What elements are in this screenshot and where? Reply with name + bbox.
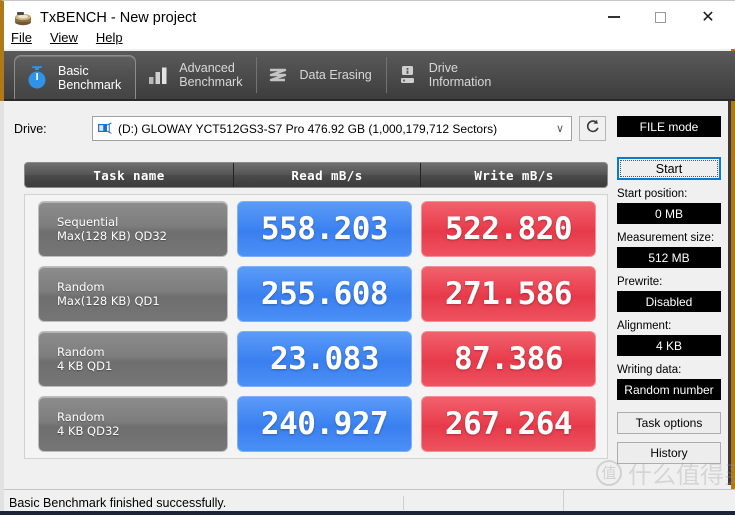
- tab-basic-benchmark[interactable]: Basic Benchmark: [14, 55, 136, 99]
- menu-item-view[interactable]: View: [50, 29, 87, 46]
- prewrite-label: Prewrite:: [617, 276, 731, 288]
- window-title: TxBENCH - New project: [40, 10, 196, 26]
- tab-advanced-benchmark[interactable]: Advanced Benchmark: [136, 51, 256, 99]
- start-position-value[interactable]: 0 MB: [617, 203, 721, 224]
- tab-drive-information[interactable]: Drive Information: [386, 51, 506, 99]
- task-name-line2: Max(128 KB) QD1: [57, 294, 227, 308]
- task-name-line2: 4 KB QD1: [57, 359, 227, 373]
- read-value: 240.927: [237, 396, 412, 452]
- stopwatch-icon: [25, 65, 49, 91]
- chevron-down-icon: ∨: [549, 122, 571, 135]
- column-header-write: Write mB/s: [420, 163, 607, 187]
- alignment-label: Alignment:: [617, 320, 731, 332]
- drive-info-icon: [396, 62, 420, 88]
- results-header-row: Task name Read mB/s Write mB/s: [24, 162, 608, 188]
- start-button-label: Start: [656, 162, 682, 176]
- refresh-icon: [584, 118, 601, 140]
- start-position-label: Start position:: [617, 188, 731, 200]
- status-message: Basic Benchmark finished successfully.: [4, 496, 404, 510]
- start-button[interactable]: Start: [617, 157, 721, 180]
- close-icon: ✕: [701, 9, 714, 25]
- disk-icon: [97, 122, 113, 136]
- menu-item-file[interactable]: File: [11, 29, 41, 46]
- menu-bar: File View Help: [4, 26, 735, 49]
- writing-data-value[interactable]: Random number: [617, 379, 721, 400]
- benchmark-results-panel: Task name Read mB/s Write mB/s Sequentia…: [24, 162, 608, 480]
- measurement-size-label: Measurement size:: [617, 232, 731, 244]
- file-mode-indicator[interactable]: FILE mode: [617, 116, 721, 137]
- side-panel: FILE mode Start Start position: 0 MB Mea…: [617, 116, 731, 464]
- alignment-value[interactable]: 4 KB: [617, 335, 721, 356]
- task-name-line1: Random: [57, 410, 227, 424]
- table-row: Sequential Max(128 KB) QD32 558.203 522.…: [30, 199, 602, 259]
- menu-view-label: View: [50, 30, 78, 45]
- history-button[interactable]: History: [617, 442, 721, 464]
- write-value: 522.820: [421, 201, 596, 257]
- menu-file-label: File: [11, 30, 32, 45]
- eraser-waves-icon: [266, 62, 290, 88]
- task-options-wrapper: Task options: [617, 412, 731, 434]
- task-button-random-max-qd1[interactable]: Random Max(128 KB) QD1: [38, 266, 228, 322]
- drive-select[interactable]: (D:) GLOWAY YCT512GS3-S7 Pro 476.92 GB (…: [92, 116, 572, 141]
- refresh-drives-button[interactable]: [579, 116, 606, 141]
- window-bottom-strip: [0, 511, 735, 515]
- table-row: Random 4 KB QD32 240.927 267.264: [30, 394, 602, 454]
- window-left-edge-lower: [0, 101, 4, 515]
- task-name-line2: Max(128 KB) QD32: [57, 229, 227, 243]
- table-row: Random Max(128 KB) QD1 255.608 271.586: [30, 264, 602, 324]
- tab-strip: Basic Benchmark Advanced Benchmark Data …: [4, 51, 735, 101]
- task-name-line1: Random: [57, 345, 227, 359]
- writing-data-label: Writing data:: [617, 364, 731, 376]
- bar-chart-icon: [146, 62, 170, 88]
- write-value: 267.264: [421, 396, 596, 452]
- results-body: Sequential Max(128 KB) QD32 558.203 522.…: [24, 194, 608, 459]
- tab-drive-information-label: Drive Information: [429, 61, 492, 89]
- txbench-window: TxBENCH - New project ✕ File View Help: [0, 0, 735, 515]
- read-value: 23.083: [237, 331, 412, 387]
- column-header-read: Read mB/s: [233, 163, 420, 187]
- tab-advanced-benchmark-label: Advanced Benchmark: [179, 61, 242, 89]
- start-button-wrapper: Start: [617, 157, 731, 180]
- drive-select-value: (D:) GLOWAY YCT512GS3-S7 Pro 476.92 GB (…: [118, 122, 549, 136]
- maximize-icon: [655, 12, 666, 23]
- write-value: 87.386: [421, 331, 596, 387]
- task-name-line2: 4 KB QD32: [57, 424, 227, 438]
- tab-basic-benchmark-label: Basic Benchmark: [58, 64, 121, 92]
- drive-label: Drive:: [14, 122, 47, 136]
- task-button-random-4kb-qd1[interactable]: Random 4 KB QD1: [38, 331, 228, 387]
- task-button-sequential-qd32[interactable]: Sequential Max(128 KB) QD32: [38, 201, 228, 257]
- task-options-button[interactable]: Task options: [617, 412, 721, 434]
- read-value: 558.203: [237, 201, 412, 257]
- menu-help-label: Help: [96, 30, 123, 45]
- write-value: 271.586: [421, 266, 596, 322]
- minimize-icon: [608, 16, 620, 18]
- task-name-line1: Sequential: [57, 215, 227, 229]
- tab-data-erasing[interactable]: Data Erasing: [256, 51, 385, 99]
- tab-data-erasing-label: Data Erasing: [299, 68, 371, 82]
- measurement-size-value[interactable]: 512 MB: [617, 247, 721, 268]
- prewrite-value[interactable]: Disabled: [617, 291, 721, 312]
- table-row: Random 4 KB QD1 23.083 87.386: [30, 329, 602, 389]
- task-button-random-4kb-qd32[interactable]: Random 4 KB QD32: [38, 396, 228, 452]
- column-header-task-name: Task name: [25, 163, 233, 187]
- task-name-line1: Random: [57, 280, 227, 294]
- read-value: 255.608: [237, 266, 412, 322]
- menu-item-help[interactable]: Help: [96, 29, 132, 46]
- history-wrapper: History: [617, 442, 731, 464]
